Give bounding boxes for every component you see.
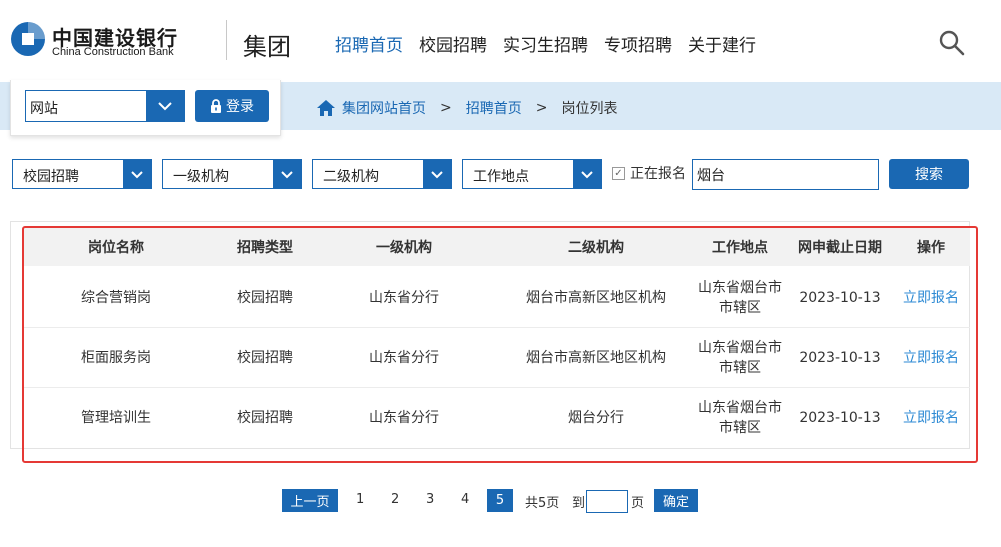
open-only-label: 正在报名: [630, 166, 686, 182]
ccb-logo[interactable]: 中国建设银行 China Construction Bank: [10, 20, 220, 62]
breadcrumb-group-home[interactable]: 集团网站首页: [342, 98, 426, 118]
header-divider: [226, 20, 227, 60]
recruit-type-select[interactable]: 校园招聘: [12, 159, 152, 189]
nav-campus-recruit[interactable]: 校园招聘: [419, 31, 487, 56]
apply-now-link[interactable]: 立即报名: [903, 288, 959, 308]
keyword-input[interactable]: [692, 159, 879, 190]
page-2[interactable]: 2: [391, 492, 399, 507]
open-only-checkbox[interactable]: ✓: [612, 166, 625, 180]
breadcrumb-current-page: 岗位列表: [561, 101, 618, 117]
cell-work-location: 山东省烟台市市辖区: [698, 340, 782, 376]
recruit-type-value: 校园招聘: [23, 169, 79, 185]
cell-work-location: 山东省烟台市市辖区: [698, 400, 782, 436]
apply-now-link[interactable]: 立即报名: [903, 348, 959, 368]
header-org-level2: 二级机构: [568, 240, 624, 256]
breadcrumb-recruit-home[interactable]: 招聘首页: [466, 98, 522, 118]
nav-special-recruit[interactable]: 专项招聘: [604, 31, 672, 56]
row-divider: [24, 387, 970, 388]
login-label: 登录: [226, 99, 254, 115]
nav-intern-recruit[interactable]: 实习生招聘: [503, 31, 588, 56]
header-org-level1: 一级机构: [376, 240, 432, 256]
main-nav: 招聘首页 校园招聘 实习生招聘 专项招聘 关于建行: [335, 31, 756, 56]
cell-org-level1: 山东省分行: [369, 290, 439, 306]
page-3[interactable]: 3: [426, 492, 434, 507]
cell-deadline: 2023-10-13: [799, 410, 881, 426]
chevron-down-icon[interactable]: [573, 160, 601, 188]
goto-page-input[interactable]: [586, 490, 628, 513]
header-work-location: 工作地点: [712, 240, 768, 256]
apply-now-link[interactable]: 立即报名: [903, 408, 959, 428]
cell-job-name: 柜面服务岗: [81, 350, 151, 366]
prev-page-button[interactable]: 上一页: [282, 489, 338, 512]
search-button[interactable]: 搜索: [889, 159, 969, 189]
lock-icon: [211, 99, 221, 113]
breadcrumb-separator: >: [535, 100, 548, 116]
cell-recruit-type: 校园招聘: [237, 350, 293, 366]
total-pages-text: 共5页: [525, 496, 560, 511]
chevron-down-icon[interactable]: [423, 160, 451, 188]
cell-recruit-type: 校园招聘: [237, 290, 293, 306]
header-action: 操作: [917, 240, 945, 256]
org-level1-value: 一级机构: [173, 169, 229, 185]
cell-job-name: 综合营销岗: [81, 290, 151, 306]
breadcrumb-separator: >: [440, 100, 452, 116]
search-icon[interactable]: [938, 29, 966, 57]
header-job-name: 岗位名称: [88, 240, 144, 256]
cell-org-level2: 烟台市高新区地区机构: [526, 290, 666, 306]
header-recruit-type: 招聘类型: [237, 240, 293, 256]
home-icon[interactable]: [316, 99, 336, 117]
confirm-page-button[interactable]: 确定: [654, 489, 698, 512]
cell-org-level2: 烟台市高新区地区机构: [526, 350, 666, 366]
open-only-filter[interactable]: ✓ 正在报名: [612, 163, 686, 183]
page-1[interactable]: 1: [356, 492, 364, 507]
work-location-select[interactable]: 工作地点: [462, 159, 602, 189]
nav-about-ccb[interactable]: 关于建行: [688, 31, 756, 56]
cell-recruit-type: 校园招聘: [237, 410, 293, 426]
logo-english-name: China Construction Bank: [52, 46, 174, 58]
org-level1-select[interactable]: 一级机构: [162, 159, 302, 189]
page-5-current[interactable]: 5: [487, 489, 513, 512]
chevron-down-icon[interactable]: [123, 160, 151, 188]
cell-deadline: 2023-10-13: [799, 290, 881, 306]
nav-recruit-home[interactable]: 招聘首页: [335, 31, 403, 56]
site-login-panel: 网站 登录: [10, 80, 281, 136]
chevron-down-icon[interactable]: [146, 91, 184, 121]
site-select[interactable]: 网站: [25, 90, 185, 122]
cell-org-level1: 山东省分行: [369, 410, 439, 426]
cell-work-location: 山东省烟台市市辖区: [698, 280, 782, 316]
row-divider: [24, 327, 970, 328]
goto-prefix: 到: [572, 496, 586, 511]
page-header: 中国建设银行 China Construction Bank 集团 招聘首页 校…: [0, 0, 1001, 82]
goto-suffix: 页: [631, 496, 645, 511]
page-4[interactable]: 4: [461, 492, 469, 507]
breadcrumb: 集团网站首页 > 招聘首页 > 岗位列表: [316, 98, 617, 118]
login-button[interactable]: 登录: [195, 90, 269, 122]
group-label: 集团: [243, 33, 291, 61]
ccb-emblem-icon: [11, 22, 45, 56]
cell-deadline: 2023-10-13: [799, 350, 881, 366]
org-level2-value: 二级机构: [323, 169, 379, 185]
header-deadline: 网申截止日期: [798, 240, 882, 256]
chevron-down-icon[interactable]: [273, 160, 301, 188]
site-select-value: 网站: [30, 101, 58, 117]
work-location-value: 工作地点: [473, 169, 529, 185]
org-level2-select[interactable]: 二级机构: [312, 159, 452, 189]
cell-org-level1: 山东省分行: [369, 350, 439, 366]
cell-org-level2: 烟台分行: [568, 410, 624, 426]
cell-job-name: 管理培训生: [81, 410, 151, 426]
